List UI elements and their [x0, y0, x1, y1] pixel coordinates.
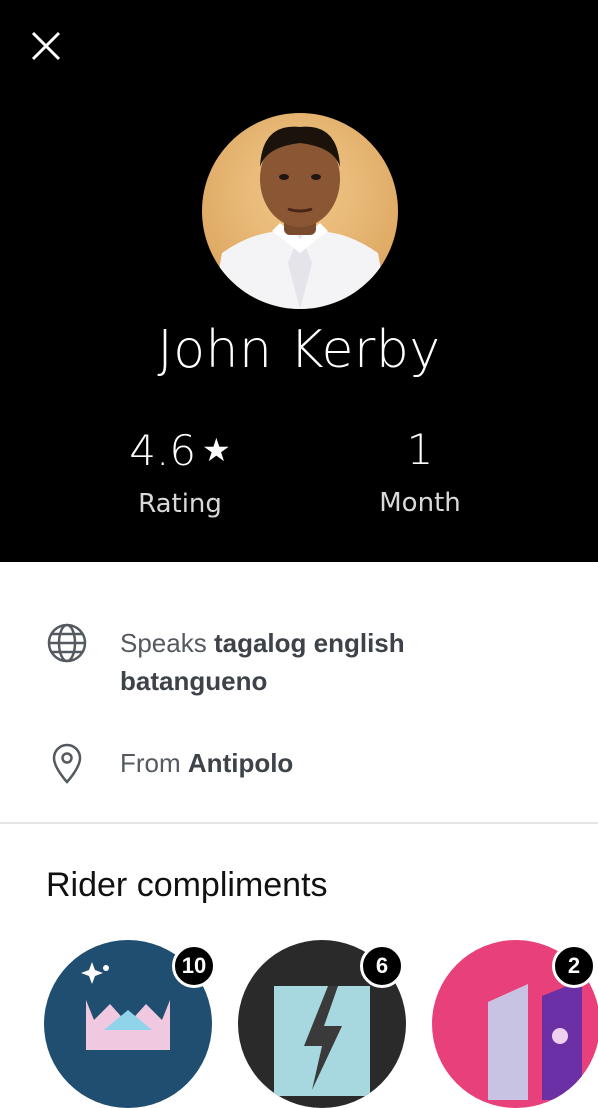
languages-text: Speaks tagalog english batangueno: [120, 624, 560, 700]
rating-label: Rating: [138, 489, 222, 519]
location-text: From Antipolo: [120, 744, 560, 782]
compliment-badge[interactable]: 10: [44, 940, 216, 1108]
location-value: Antipolo: [187, 748, 294, 778]
close-icon: [31, 31, 61, 61]
tenure-label: Month: [379, 488, 461, 518]
compliments-title: Rider compliments: [46, 866, 328, 904]
driver-avatar: [202, 113, 398, 309]
rating-value-row: 4.6 ★: [60, 424, 300, 477]
location-pin-icon: [52, 743, 82, 784]
compliment-badge[interactable]: 2: [432, 940, 598, 1108]
location-prefix: From: [120, 748, 181, 778]
close-button[interactable]: [26, 26, 66, 66]
compliment-badge[interactable]: 6: [238, 940, 406, 1108]
languages-list-line2: batangueno: [120, 666, 268, 696]
tenure-value: 1: [406, 425, 434, 474]
driver-profile-header: John Kerby 4.6 ★ Rating 1 Month: [0, 0, 598, 562]
driver-name: John Kerby: [157, 320, 441, 380]
languages-list-line1: tagalog english: [213, 628, 405, 658]
languages-prefix: Speaks: [120, 628, 207, 658]
rating-value: 4.6: [129, 426, 197, 475]
rating-stat: 4.6 ★ Rating: [60, 424, 300, 519]
compliment-count: 10: [172, 944, 216, 988]
compliment-count: 6: [360, 944, 404, 988]
compliment-count: 2: [552, 944, 596, 988]
section-divider: [0, 822, 598, 824]
star-icon: ★: [202, 431, 231, 469]
globe-icon: [47, 623, 87, 663]
tenure-stat: 1 Month: [300, 424, 540, 518]
